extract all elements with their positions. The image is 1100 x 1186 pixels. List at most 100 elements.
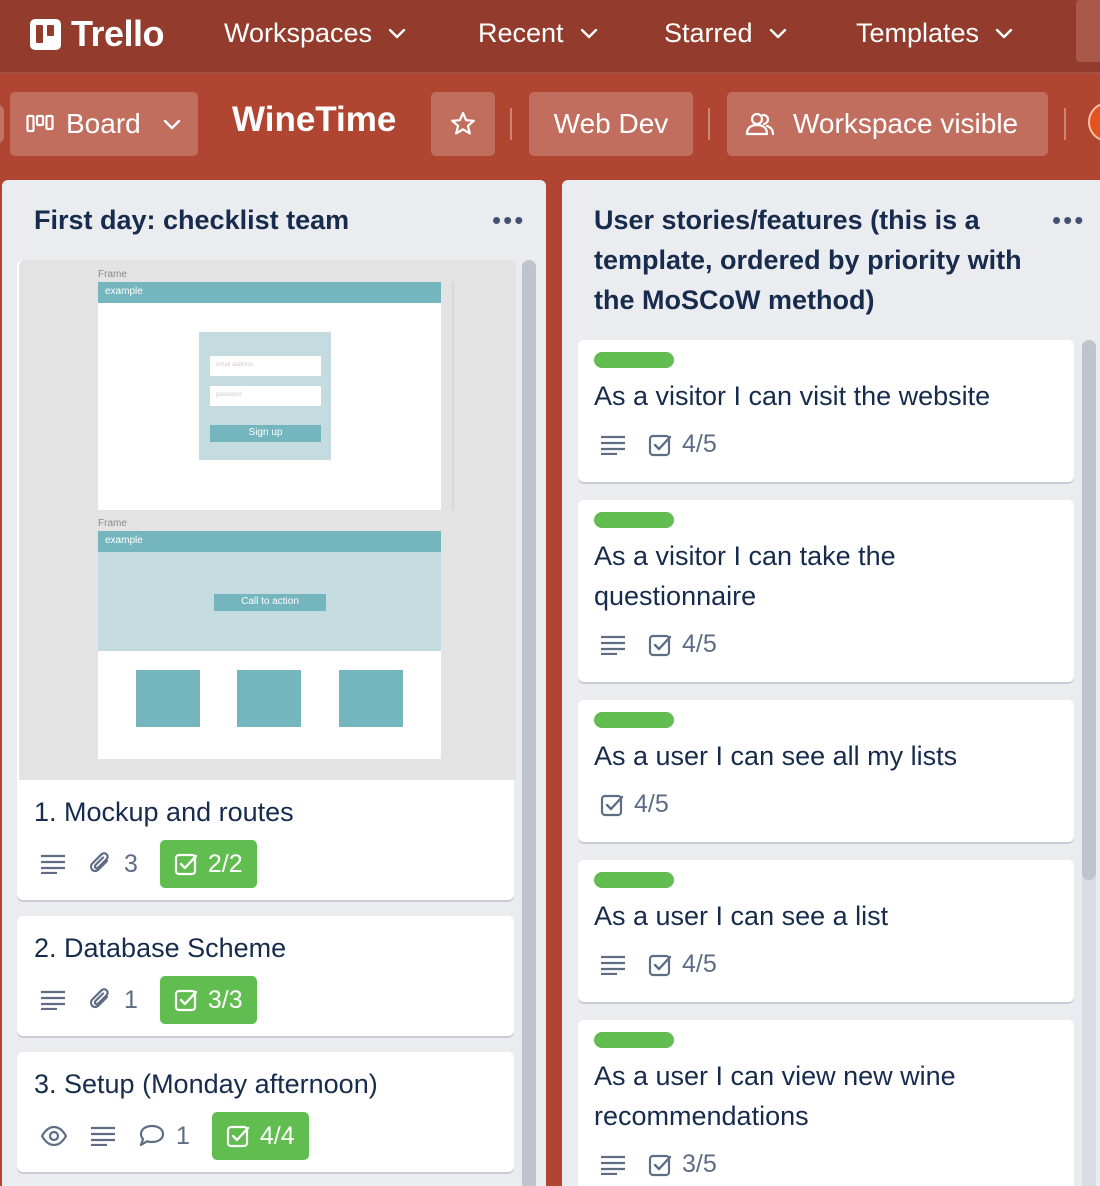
description-badge: [600, 435, 626, 455]
comments-badge: 1: [138, 1122, 190, 1151]
list-title[interactable]: User stories/features (this is a templat…: [594, 200, 1034, 320]
trello-logo[interactable]: Trello: [30, 13, 165, 54]
list-menu-icon[interactable]: •••: [1052, 207, 1085, 233]
checklist-badge: 3/5: [648, 1150, 717, 1179]
description-icon: [601, 435, 625, 455]
list-first-day: First day: checklist team ••• Frame exam…: [2, 180, 546, 1186]
description-icon: [41, 990, 65, 1010]
chevron-down-icon: [580, 28, 597, 39]
templates-menu[interactable]: Templates: [856, 14, 1015, 52]
paperclip-icon: [89, 852, 109, 873]
card-label[interactable]: [594, 872, 674, 888]
card-wine-recommendations[interactable]: As a user I can view new wine recommenda…: [578, 1020, 1074, 1186]
mockup-navbar: example: [98, 282, 441, 303]
frame-label: Frame: [98, 269, 127, 280]
mockup-password-field: password: [210, 386, 321, 406]
checkbox-icon: [600, 794, 624, 816]
card-badges: 4/5: [600, 430, 739, 459]
attachments-count: 3: [124, 849, 138, 878]
checklist-count: 4/5: [682, 430, 717, 458]
starred-menu[interactable]: Starred: [664, 14, 789, 52]
divider: [452, 282, 454, 510]
checklist-count: 4/5: [682, 630, 717, 658]
card-badges: 3 2/2: [40, 840, 257, 888]
card-label[interactable]: [594, 1032, 674, 1048]
checkbox-icon: [648, 1154, 672, 1176]
scrollbar-thumb[interactable]: [522, 260, 536, 1186]
card-badges: 4/5: [600, 790, 691, 819]
divider: [510, 108, 512, 140]
attachments-badge: 3: [88, 850, 138, 879]
scrollbar[interactable]: [1082, 340, 1096, 1186]
create-button[interactable]: [1076, 0, 1100, 62]
card-label[interactable]: [594, 712, 674, 728]
checkbox-icon: [226, 1125, 250, 1148]
description-icon: [601, 955, 625, 975]
recent-label: Recent: [478, 17, 564, 48]
card-label[interactable]: [594, 512, 674, 528]
chevron-down-icon: [995, 28, 1013, 39]
card-badges: 1 3/3: [40, 976, 257, 1024]
checklist-count: 4/4: [259, 1121, 295, 1150]
card-label[interactable]: [594, 352, 674, 368]
workspaces-menu[interactable]: Workspaces: [224, 14, 408, 52]
board-header: Board WineTime Web Dev Workspace visible: [0, 74, 1100, 178]
trello-logo-icon: [30, 18, 61, 50]
list-title[interactable]: First day: checklist team: [34, 200, 474, 240]
card-title: 1. Mockup and routes: [34, 797, 294, 827]
card-title: 3. Setup (Monday afternoon): [34, 1069, 378, 1099]
checklist-badge: 4/5: [648, 630, 717, 659]
description-badge: [600, 1155, 626, 1175]
checklist-count: 4/5: [682, 950, 717, 978]
visibility-button[interactable]: Workspace visible: [727, 92, 1048, 156]
mockup-cta-button: Call to action: [214, 594, 326, 611]
top-navigation: Trello Workspaces Recent Starred Templat…: [0, 0, 1100, 74]
description-icon: [601, 635, 625, 655]
checklist-badge-complete: 2/2: [159, 840, 257, 888]
templates-label: Templates: [856, 17, 980, 48]
avatar[interactable]: [1088, 102, 1100, 142]
mockup-tile: [339, 670, 403, 727]
checklist-badge: 4/5: [648, 950, 717, 979]
sidebar-toggle[interactable]: [0, 104, 4, 144]
scrollbar-thumb[interactable]: [1082, 340, 1096, 880]
mockup-tile: [136, 670, 200, 727]
visibility-label: Workspace visible: [793, 108, 1019, 139]
card-visit-website[interactable]: As a visitor I can visit the website 4/5: [578, 340, 1074, 482]
description-badge: [600, 635, 626, 655]
description-icon: [91, 1126, 115, 1146]
recent-menu[interactable]: Recent: [478, 14, 600, 52]
star-board-button[interactable]: [431, 92, 495, 156]
people-icon: [745, 112, 775, 136]
board-title[interactable]: WineTime: [232, 100, 396, 140]
workspace-button[interactable]: Web Dev: [529, 92, 693, 156]
divider: [708, 108, 710, 140]
mockup-navbar: example: [98, 531, 441, 552]
board-view-switcher[interactable]: Board: [10, 92, 198, 156]
scrollbar[interactable]: [522, 260, 536, 1186]
attachments-count: 1: [124, 985, 138, 1014]
workspaces-label: Workspaces: [224, 17, 373, 48]
card-take-questionnaire[interactable]: As a visitor I can take the questionnair…: [578, 500, 1074, 682]
card-badges: 4/5: [600, 950, 739, 979]
checkbox-icon: [174, 853, 198, 876]
card-title: As a visitor I can take the questionnair…: [594, 541, 896, 611]
card-see-a-list[interactable]: As a user I can see a list 4/5: [578, 860, 1074, 1002]
board-view-icon: [26, 114, 54, 133]
checklist-badge-complete: 4/4: [211, 1112, 309, 1160]
chevron-down-icon: [769, 28, 786, 39]
board-view-label: Board: [66, 108, 141, 139]
card-title: As a user I can see all my lists: [594, 741, 958, 771]
list-menu-icon[interactable]: •••: [492, 207, 525, 233]
checklist-badge-complete: 3/3: [159, 976, 257, 1024]
checklist-badge: 4/5: [600, 790, 669, 819]
mockup-email-field: email address: [210, 356, 321, 376]
paperclip-icon: [89, 988, 109, 1009]
card-see-all-lists[interactable]: As a user I can see all my lists 4/5: [578, 700, 1074, 842]
card-cover-image: Frame example email address password Sig…: [19, 260, 516, 780]
checkbox-icon: [648, 434, 672, 456]
card-title: 2. Database Scheme: [34, 933, 287, 963]
description-icon: [41, 854, 65, 874]
checklist-count: 4/5: [634, 790, 669, 818]
list-user-stories: User stories/features (this is a templat…: [562, 180, 1100, 1186]
